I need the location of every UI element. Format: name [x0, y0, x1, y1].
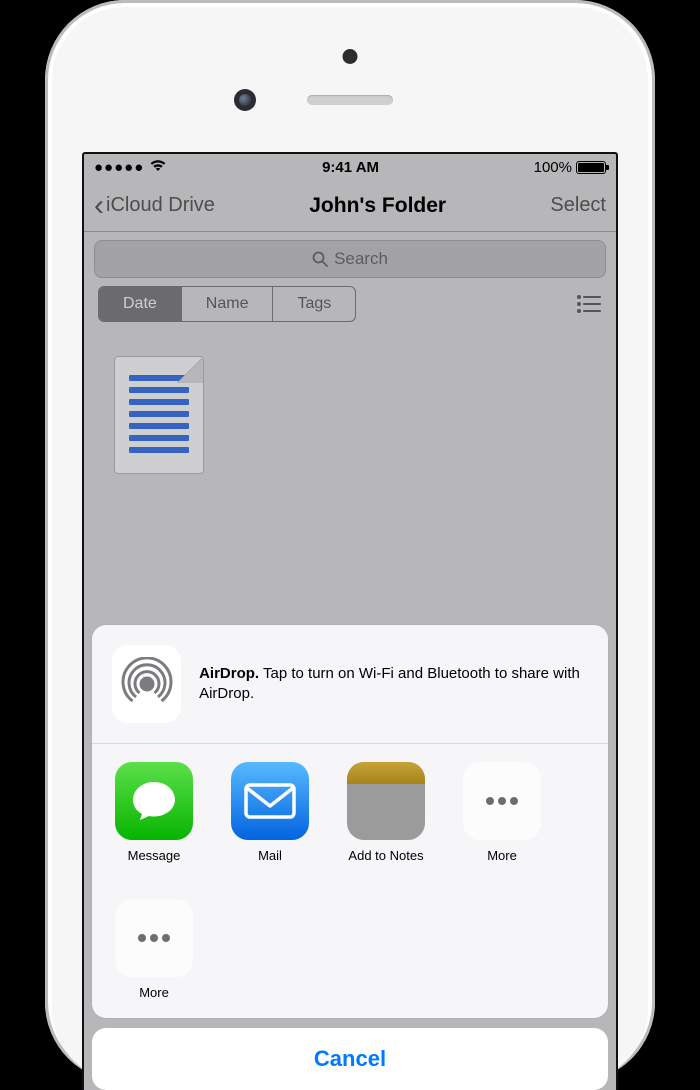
search-field[interactable]: Search: [94, 240, 606, 278]
battery-percent: 100%: [534, 159, 572, 176]
app-label: More: [139, 985, 169, 1000]
share-panel: AirDrop. Tap to turn on Wi-Fi and Blueto…: [92, 625, 608, 1018]
search-placeholder: Search: [334, 249, 388, 269]
phone-frame: ●●●●● 9:41 AM 100% ‹ iCloud Drive John's…: [45, 0, 655, 1082]
message-icon: [115, 762, 193, 840]
tab-tags[interactable]: Tags: [273, 287, 355, 321]
phone-bezel: ●●●●● 9:41 AM 100% ‹ iCloud Drive John's…: [52, 7, 648, 1082]
app-label: Message: [128, 848, 181, 863]
app-label: More: [487, 848, 517, 863]
share-app-mail[interactable]: Mail: [228, 762, 312, 863]
airdrop-title: AirDrop.: [199, 665, 259, 682]
signal-dots: ●●●●●: [94, 159, 167, 176]
share-app-notes[interactable]: Add to Notes: [344, 762, 428, 863]
status-time: 9:41 AM: [322, 159, 379, 176]
airdrop-icon: [112, 645, 181, 723]
filter-bar: Date Name Tags: [84, 286, 616, 336]
chevron-left-icon: ‹: [94, 191, 104, 221]
screen: ●●●●● 9:41 AM 100% ‹ iCloud Drive John's…: [82, 152, 618, 1090]
share-apps-row: Message Mail Add to Notes: [92, 744, 608, 881]
segmented-control: Date Name Tags: [98, 286, 356, 322]
nav-bar: ‹ iCloud Drive John's Folder Select: [84, 180, 616, 232]
tab-date[interactable]: Date: [99, 287, 182, 321]
share-app-more[interactable]: More: [460, 762, 544, 863]
speaker-grille: [307, 95, 393, 105]
cancel-button[interactable]: Cancel: [92, 1028, 608, 1090]
list-view-icon[interactable]: [576, 294, 602, 314]
app-label: Add to Notes: [348, 848, 423, 863]
proximity-sensor: [343, 49, 358, 64]
more-icon: [115, 899, 193, 977]
app-label: Mail: [258, 848, 282, 863]
share-action-more[interactable]: More: [112, 899, 196, 1000]
status-bar: ●●●●● 9:41 AM 100%: [84, 154, 616, 180]
share-sheet: AirDrop. Tap to turn on Wi-Fi and Blueto…: [92, 625, 608, 1090]
wifi-icon: [149, 159, 167, 172]
select-button[interactable]: Select: [550, 194, 606, 217]
status-battery: 100%: [534, 159, 606, 176]
airdrop-section[interactable]: AirDrop. Tap to turn on Wi-Fi and Blueto…: [92, 625, 608, 744]
tab-name[interactable]: Name: [182, 287, 274, 321]
share-actions-row: More: [92, 881, 608, 1018]
mail-icon: [231, 762, 309, 840]
more-icon: [463, 762, 541, 840]
search-icon: [312, 251, 328, 267]
front-camera: [234, 89, 256, 111]
back-label: iCloud Drive: [106, 194, 215, 217]
airdrop-text: AirDrop. Tap to turn on Wi-Fi and Blueto…: [199, 664, 588, 705]
notes-icon: [347, 762, 425, 840]
share-app-message[interactable]: Message: [112, 762, 196, 863]
back-button[interactable]: ‹ iCloud Drive: [94, 191, 215, 221]
page-title: John's Folder: [205, 194, 550, 218]
battery-icon: [576, 161, 606, 174]
file-item[interactable]: [114, 356, 204, 474]
